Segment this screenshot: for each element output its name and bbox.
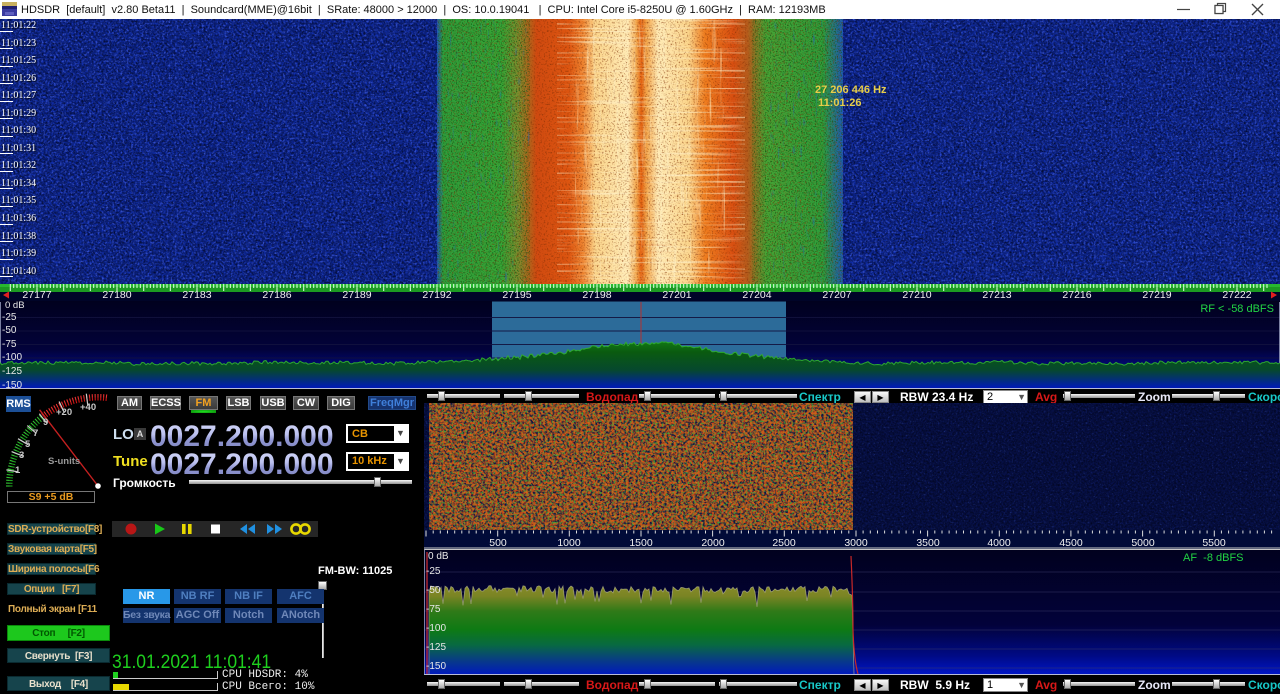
svg-text:+40: +40	[80, 402, 96, 413]
svg-text:27177: 27177	[22, 289, 51, 301]
svg-text:27192: 27192	[422, 289, 451, 301]
svg-text:27195: 27195	[502, 289, 531, 301]
svg-text:9: 9	[43, 417, 48, 428]
svg-text:27189: 27189	[342, 289, 371, 301]
svg-text:27216: 27216	[1062, 289, 1091, 301]
svg-text:27201: 27201	[662, 289, 691, 301]
svg-text:5: 5	[25, 439, 31, 450]
svg-text:5000: 5000	[1131, 537, 1155, 549]
svg-text:27183: 27183	[182, 289, 211, 301]
svg-text:1500: 1500	[629, 537, 653, 549]
svg-text:7: 7	[33, 428, 38, 439]
svg-text:27180: 27180	[102, 289, 131, 301]
svg-text:27207: 27207	[822, 289, 851, 301]
svg-text:2000: 2000	[701, 537, 725, 549]
svg-text:27213: 27213	[982, 289, 1011, 301]
svg-text:27210: 27210	[902, 289, 931, 301]
svg-text:27219: 27219	[1142, 289, 1171, 301]
svg-text:1000: 1000	[557, 537, 581, 549]
svg-text:4000: 4000	[987, 537, 1011, 549]
svg-text:5500: 5500	[1202, 537, 1226, 549]
svg-text:3000: 3000	[844, 537, 868, 549]
svg-text:27222: 27222	[1222, 289, 1251, 301]
svg-text:3500: 3500	[916, 537, 940, 549]
svg-text:27198: 27198	[582, 289, 611, 301]
svg-text:4500: 4500	[1059, 537, 1083, 549]
svg-text:1: 1	[15, 465, 21, 476]
svg-text:+20: +20	[56, 407, 72, 418]
svg-text:27186: 27186	[262, 289, 291, 301]
svg-text:500: 500	[489, 537, 507, 549]
svg-text:S-units: S-units	[48, 456, 80, 467]
svg-text:2500: 2500	[772, 537, 796, 549]
svg-text:27204: 27204	[742, 289, 771, 301]
svg-text:3: 3	[19, 450, 24, 461]
